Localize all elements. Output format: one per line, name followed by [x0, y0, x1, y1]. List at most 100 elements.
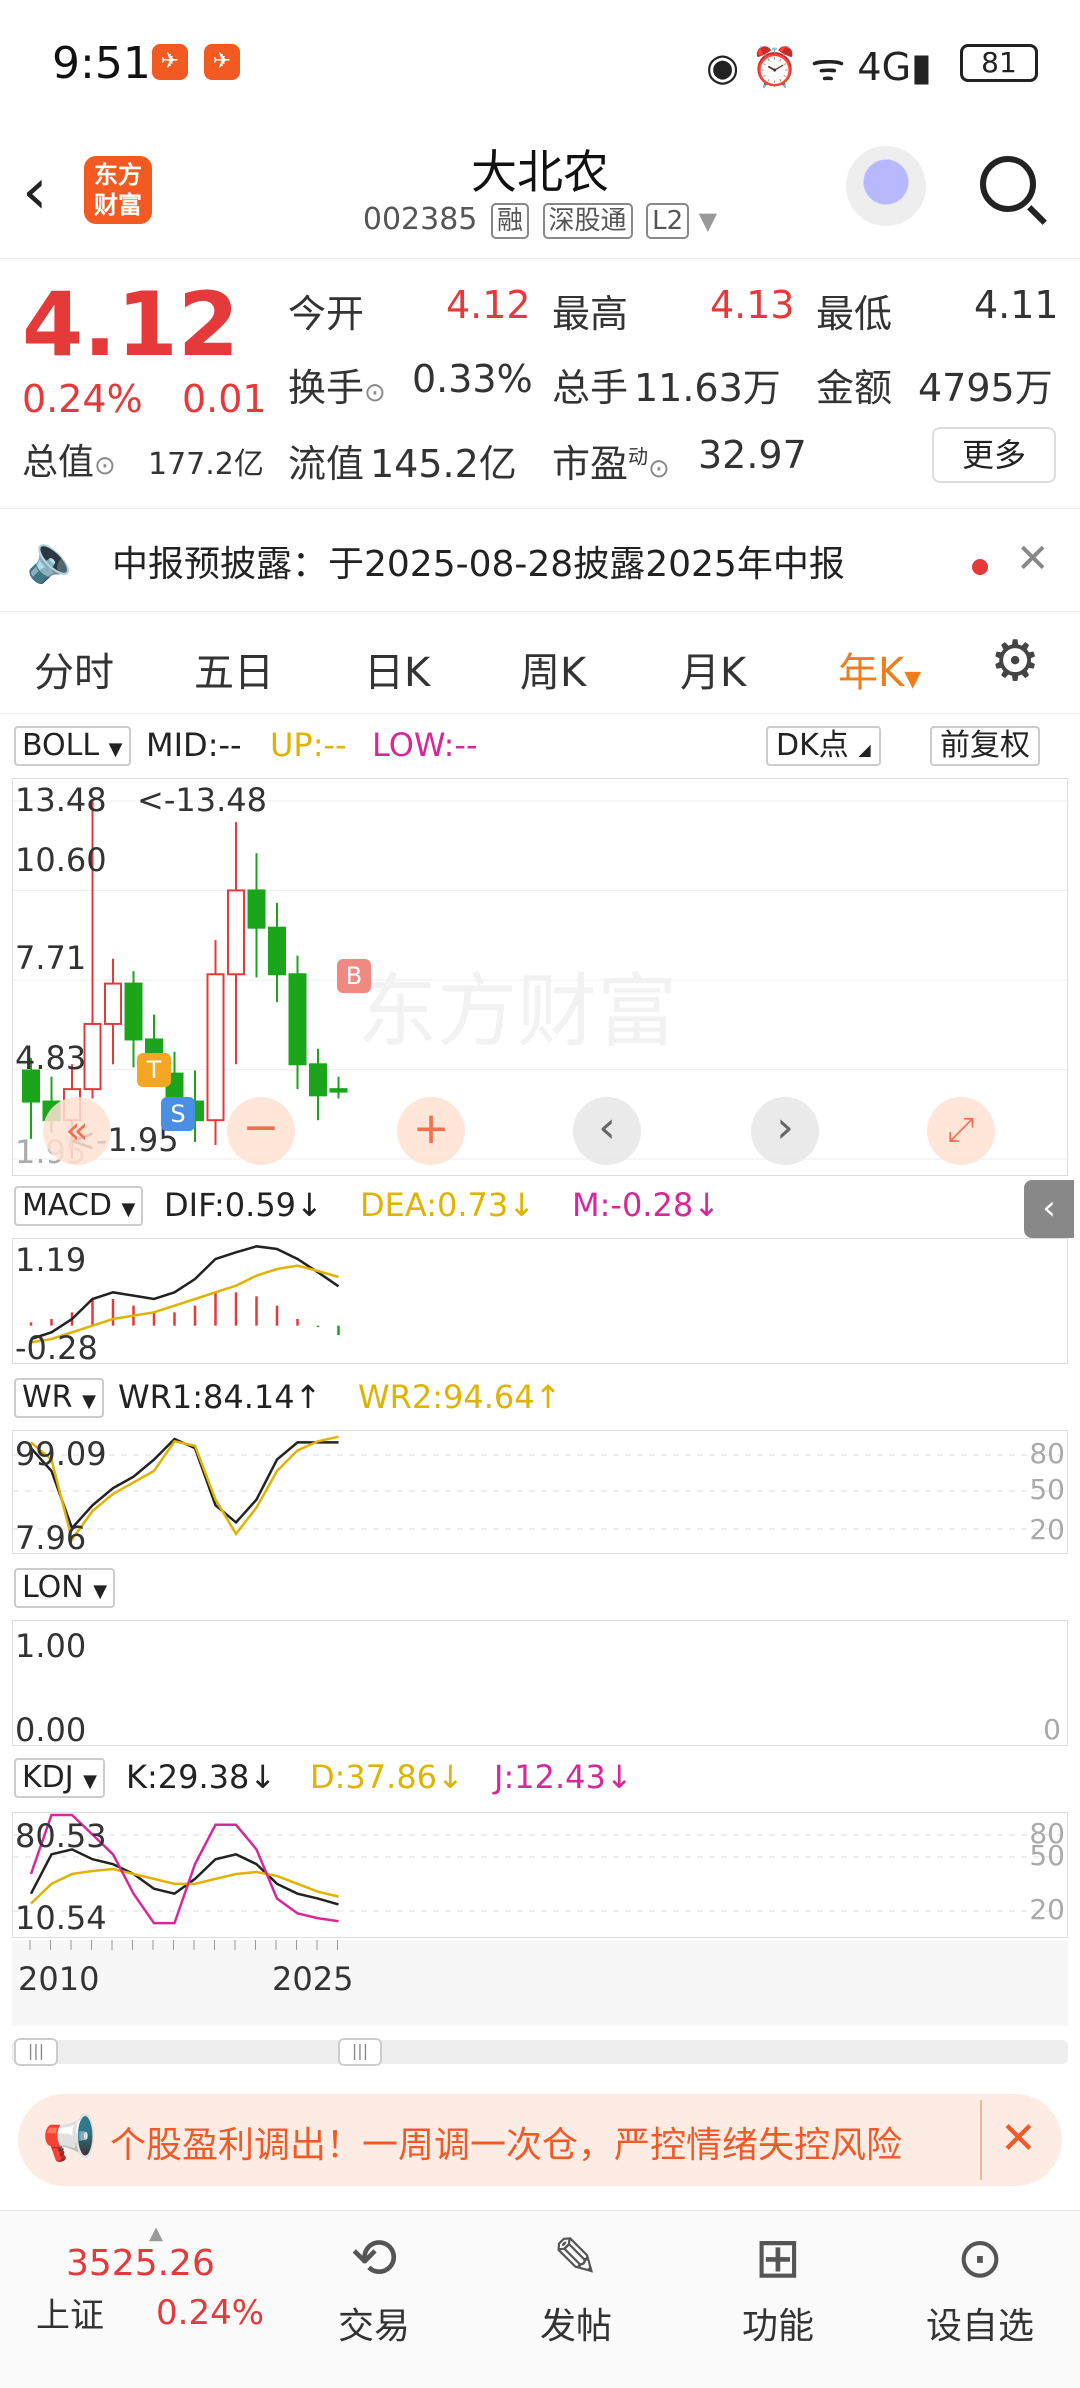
quote-panel: 4.12 0.24% 0.01 总值⊙ 177.2亿 今开 4.12 最高 4.… [0, 258, 1080, 506]
more-button[interactable]: 更多 [932, 427, 1056, 483]
candle-body [227, 889, 245, 976]
x-ticks [29, 1940, 338, 1950]
rewind-icon[interactable]: « [43, 1097, 111, 1165]
tab-weekly-k[interactable]: 周K [520, 640, 586, 698]
last-price: 4.12 [22, 273, 240, 376]
y-label: 99.09 [15, 1435, 107, 1473]
nav-post[interactable]: ✎ 发帖 [506, 2221, 646, 2349]
collapse-panel-icon[interactable]: ‹ [1024, 1180, 1074, 1238]
assistant-robot-icon[interactable] [846, 146, 926, 226]
boll-mid: MID:-- [146, 726, 242, 764]
index-pct: 0.24% [156, 2292, 265, 2333]
dk-point-button[interactable]: DK点 ◢ [766, 726, 881, 766]
status-icons: ◉ ⏰ ᯤ 4G▮ [706, 45, 932, 89]
nav-add-watchlist[interactable]: ⊙ 设自选 [910, 2221, 1050, 2349]
sell-marker[interactable]: S [161, 1097, 195, 1131]
candle-body [206, 973, 225, 1122]
candle-body [288, 973, 307, 1066]
y-label: 7.96 [15, 1519, 87, 1557]
close-icon[interactable]: ✕ [1016, 539, 1050, 579]
mcap-label: 总值⊙ [22, 442, 116, 483]
y-label: 1.19 [15, 1241, 87, 1279]
y-label: 13.48 [15, 781, 107, 819]
amount-label: 金额 [816, 366, 893, 410]
adjust-mode-button[interactable]: 前复权 [930, 726, 1040, 766]
chevron-right-icon[interactable]: › [751, 1097, 819, 1165]
wr-selector[interactable]: WR ▼ [14, 1378, 104, 1418]
volume-value: 11.63万 [634, 366, 781, 410]
open-label: 今开 [288, 292, 365, 336]
speaker-icon: 🔈 [26, 531, 84, 585]
mcap-value: 177.2亿 [148, 447, 264, 482]
yen-cycle-icon: ⟲ [350, 2226, 398, 2291]
turnover-value: 0.33% [412, 357, 533, 401]
kline-panel[interactable]: 东方财富 13.48 10.60 7.71 4.83 1.95 <-13.48 … [12, 778, 1069, 1176]
slider-left-handle[interactable]: ||| [14, 2038, 58, 2066]
kdj-legend: KDJ ▼ K:29.38↓ D:37.86↓ J:12.43↓ [14, 1752, 1074, 1802]
gear-icon[interactable]: ⚙ [990, 632, 1040, 692]
kdj-selector[interactable]: KDJ ▼ [14, 1758, 106, 1798]
candle-body [83, 1022, 102, 1091]
zoom-in-icon[interactable]: + [397, 1097, 465, 1165]
tag-margin: 融 [490, 203, 529, 239]
notice-banner[interactable]: 🔈 中报预披露：于2025-08-28披露2025年中报 ✕ [0, 508, 1080, 612]
level-20: 20 [1029, 1513, 1065, 1546]
level-0: 0 [1043, 1713, 1061, 1746]
chevron-down-icon: ▼ [698, 207, 718, 235]
macd-chart [29, 1245, 340, 1344]
zoom-out-icon[interactable]: − [227, 1097, 295, 1165]
close-icon[interactable]: ✕ [1000, 2116, 1037, 2162]
index-widget[interactable]: ▲ 3525.26 上证 0.24% [36, 2225, 276, 2337]
float-label: 流值 [288, 442, 365, 486]
range-slider[interactable]: ||| ||| [12, 2038, 1068, 2066]
macd-dif: DIF:0.59↓ [164, 1186, 323, 1224]
index-name: 上证 [36, 2296, 104, 2336]
lon-selector[interactable]: LON ▼ [14, 1568, 116, 1608]
kdj-chart [13, 1813, 1069, 1925]
unread-dot [972, 559, 988, 575]
kdj-d: D:37.86↓ [310, 1758, 464, 1796]
tab-intraday[interactable]: 分时 [34, 640, 114, 698]
boll-legend: BOLL ▼ MID:-- UP:-- LOW:-- DK点 ◢ 前复权 [14, 720, 1074, 770]
candle-body [124, 982, 143, 1041]
tab-monthly-k[interactable]: 月K [680, 640, 746, 698]
expand-icon[interactable]: ⤢ [927, 1097, 995, 1165]
promo-banner[interactable]: 📢 个股盈利调出！一周调一次仓，严控情绪失控风险 ✕ [18, 2094, 1062, 2186]
candle-body [309, 1063, 327, 1097]
search-icon[interactable] [980, 156, 1036, 212]
macd-selector[interactable]: MACD ▼ [14, 1186, 144, 1226]
nav-functions[interactable]: ⊞ 功能 [708, 2221, 848, 2349]
more-dots-icon: ⊙ [956, 2226, 1004, 2291]
boll-low: LOW:-- [372, 726, 478, 764]
boll-selector[interactable]: BOLL ▼ [14, 726, 131, 766]
nav-trade[interactable]: ⟲ 交易 [304, 2221, 444, 2349]
tab-yearly-k[interactable]: 年K▼ [838, 640, 921, 698]
candle-body [268, 926, 286, 976]
back-arrow-icon[interactable]: ‹ [22, 160, 48, 224]
kdj-j: J:12.43↓ [494, 1758, 633, 1796]
buy-marker[interactable]: B [337, 959, 371, 993]
candle-body [104, 982, 122, 1025]
kdj-panel: 80.53 10.54 80 50 20 [12, 1812, 1069, 1938]
notification-app-icon: ✈ [152, 44, 188, 80]
pe-value: 32.97 [698, 433, 807, 477]
status-bar: 9:51 ✈ ✈ ◉ ⏰ ᯤ 4G▮ 81 [0, 0, 1080, 130]
tab-daily-k[interactable]: 日K [364, 640, 430, 698]
y-label: 10.60 [15, 841, 107, 879]
wr-legend: WR ▼ WR1:84.14↑ WR2:94.64↑ [14, 1372, 1074, 1422]
wr1-value: WR1:84.14↑ [118, 1378, 322, 1416]
slider-right-handle[interactable]: ||| [338, 2038, 382, 2066]
y-label: 0.00 [15, 1711, 87, 1749]
y-label: 1.00 [15, 1627, 87, 1665]
chevron-left-icon[interactable]: ‹ [573, 1097, 641, 1165]
notice-text: 中报预披露：于2025-08-28披露2025年中报 [112, 544, 845, 585]
tab-five-day[interactable]: 五日 [194, 640, 274, 698]
change-pct: 0.24% [22, 377, 143, 421]
macd-legend: MACD ▼ DIF:0.59↓ DEA:0.73↓ M:-0.28↓ ‹ [14, 1180, 1074, 1238]
t-marker[interactable]: T [137, 1053, 171, 1087]
stock-header: 大北农 002385 融 深股通 L2 ▼ ‹ 东方财富 [0, 130, 1080, 256]
low-value: 4.11 [974, 283, 1059, 327]
level-80: 80 [1029, 1437, 1065, 1470]
grid-icon: ⊞ [754, 2226, 802, 2291]
boll-up: UP:-- [270, 726, 347, 764]
